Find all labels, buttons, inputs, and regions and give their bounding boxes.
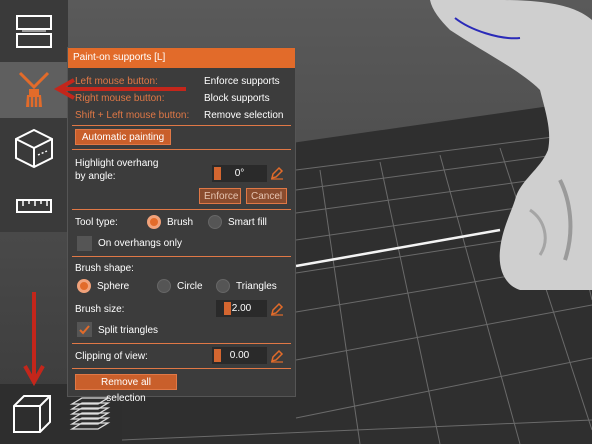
- hint-right-action: Block supports: [204, 93, 270, 104]
- separator: [72, 256, 291, 257]
- shape-circle-label: Circle: [177, 281, 203, 292]
- brush-size-slider[interactable]: 2.00: [216, 300, 267, 317]
- separator: [72, 125, 291, 126]
- split-triangles-checkbox[interactable]: [77, 322, 92, 337]
- separator: [72, 149, 291, 150]
- hint-left-action: Enforce supports: [204, 76, 280, 87]
- hint-right-key: Right mouse button:: [75, 93, 165, 104]
- paint-supports-icon: [18, 71, 50, 107]
- 3d-view-cube-icon[interactable]: [10, 392, 54, 436]
- cube-measure-icon: [15, 128, 53, 169]
- measure-cube-button[interactable]: [0, 120, 68, 176]
- enforce-button[interactable]: Enforce: [199, 188, 241, 204]
- brush-size-value: 2.00: [231, 303, 252, 314]
- separator: [72, 368, 291, 369]
- checkmark-icon: [79, 325, 90, 335]
- layout-icon: [16, 15, 52, 48]
- shape-triangles-radio[interactable]: [216, 279, 230, 293]
- tool-brush-label: Brush: [167, 217, 194, 228]
- cancel-button[interactable]: Cancel: [246, 188, 287, 204]
- tool-type-label: Tool type:: [75, 217, 118, 228]
- brush-shape-label: Brush shape:: [75, 263, 134, 274]
- remove-all-selection-button[interactable]: Remove all selection: [75, 374, 177, 404]
- separator: [72, 209, 291, 210]
- automatic-painting-button[interactable]: Automatic painting: [75, 129, 171, 145]
- overhang-angle-slider[interactable]: 0°: [212, 165, 267, 182]
- hint-shift-key: Shift + Left mouse button:: [75, 110, 190, 121]
- overhang-angle-value: 0°: [234, 168, 245, 179]
- overhangs-only-label: On overhangs only: [98, 238, 182, 249]
- separator: [72, 343, 291, 344]
- slider-knob[interactable]: [214, 167, 221, 180]
- shape-sphere-radio[interactable]: [77, 279, 91, 293]
- clipping-slider[interactable]: 0.00: [212, 347, 267, 364]
- split-triangles-label: Split triangles: [98, 325, 159, 336]
- tool-brush-radio[interactable]: [147, 215, 161, 229]
- edit-pencil-icon[interactable]: [270, 349, 284, 363]
- hint-shift-action: Remove selection: [204, 110, 284, 121]
- panel-title: Paint-on supports [L]: [68, 48, 295, 68]
- layout-button[interactable]: [0, 4, 68, 60]
- shape-sphere-label: Sphere: [97, 281, 130, 292]
- ruler-button[interactable]: [0, 178, 68, 234]
- brush-size-label: Brush size:: [75, 304, 125, 315]
- slider-knob[interactable]: [224, 302, 231, 315]
- left-toolbar: [0, 0, 68, 232]
- overhangs-only-checkbox[interactable]: [77, 236, 92, 251]
- paint-on-supports-panel: Paint-on supports [L] Left mouse button:…: [67, 47, 296, 404]
- paint-supports-button[interactable]: [0, 62, 68, 118]
- edit-pencil-icon[interactable]: [270, 166, 284, 180]
- hint-left-key: Left mouse button:: [75, 76, 158, 87]
- shape-triangles-label: Triangles: [236, 281, 277, 292]
- clipping-value: 0.00: [229, 350, 250, 361]
- edit-pencil-icon[interactable]: [270, 302, 284, 316]
- highlight-overhang-label-line2: by angle:: [75, 171, 116, 182]
- slider-knob[interactable]: [214, 349, 221, 362]
- shape-circle-radio[interactable]: [157, 279, 171, 293]
- clipping-label: Clipping of view:: [75, 351, 148, 362]
- tool-smartfill-label: Smart fill: [228, 217, 267, 228]
- tool-smartfill-radio[interactable]: [208, 215, 222, 229]
- ruler-icon: [16, 199, 52, 213]
- highlight-overhang-label-line1: Highlight overhang: [75, 158, 159, 169]
